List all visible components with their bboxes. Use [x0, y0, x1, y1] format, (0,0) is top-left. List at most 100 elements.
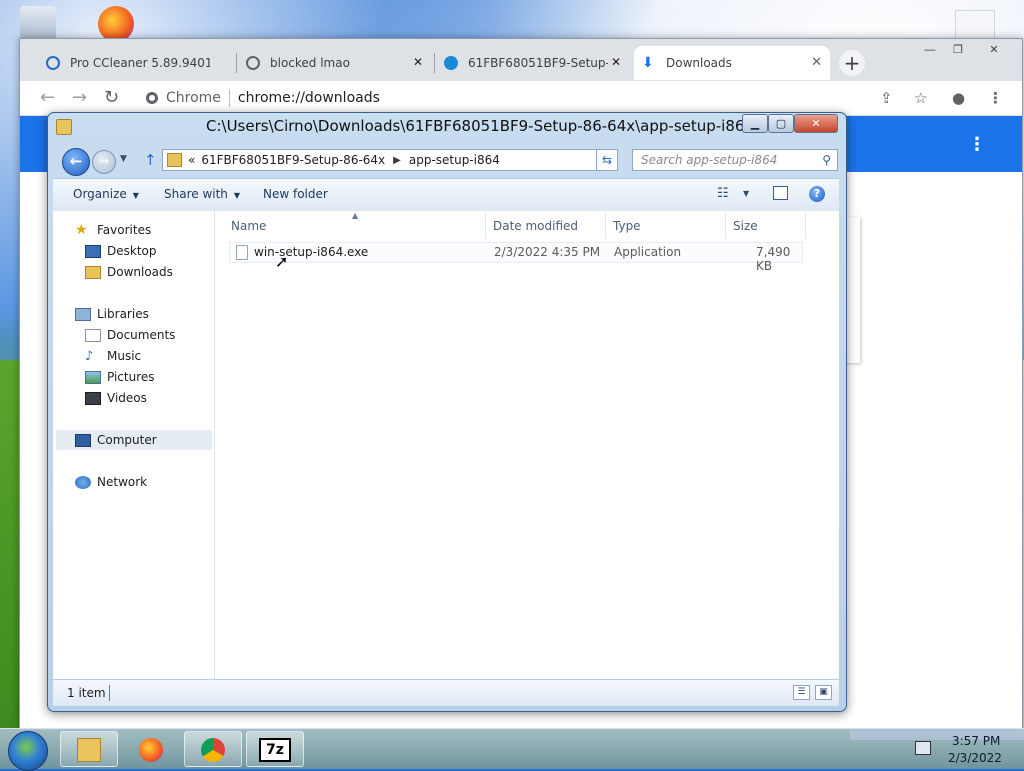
column-divider[interactable] — [485, 213, 486, 239]
breadcrumb-overflow[interactable]: « — [188, 153, 195, 167]
help-icon[interactable]: ? — [809, 186, 825, 202]
nav-label: Documents — [107, 328, 176, 342]
tab-separator — [434, 53, 435, 73]
chrome-tab-strip: Pro CCleaner 5.89.9401 C blocked lmao ✕ … — [20, 39, 1022, 81]
nav-network[interactable]: Network — [75, 475, 147, 489]
pictures-icon — [85, 370, 101, 384]
nav-libraries[interactable]: Libraries — [75, 307, 149, 321]
back-button[interactable]: ← — [62, 148, 90, 176]
nav-label: Videos — [107, 391, 147, 405]
profile-avatar-icon[interactable]: ● — [952, 89, 965, 107]
file-size: 7,490 KB — [756, 245, 791, 273]
close-window-icon[interactable]: ✕ — [982, 43, 1006, 57]
bookmark-star-icon[interactable]: ☆ — [914, 89, 927, 107]
desktop-icon — [85, 244, 101, 258]
breadcrumb[interactable]: « 61FBF68051BF9-Setup-86-64x ▶ app-setup… — [162, 149, 618, 171]
network-tray-icon[interactable] — [915, 741, 931, 755]
downloads-menu-icon[interactable]: ⋮ — [968, 134, 986, 155]
explorer-icon — [77, 738, 101, 762]
window-title: C:\Users\Cirno\Downloads\61FBF68051BF9-S… — [206, 117, 754, 135]
share-with-button[interactable]: Share with ▼ — [164, 187, 240, 201]
nav-videos[interactable]: Videos — [85, 391, 147, 405]
firefox-desktop-icon[interactable] — [98, 6, 134, 42]
mouse-cursor-icon: ➚ — [275, 252, 289, 271]
view-options-dropdown-icon[interactable]: ▼ — [743, 189, 749, 198]
forward-arrow-icon[interactable]: → — [72, 89, 87, 107]
recycle-bin-icon[interactable] — [20, 6, 56, 42]
tab-downloads[interactable]: ⬇ Downloads ✕ — [634, 46, 830, 80]
minimize-icon[interactable]: ― — [918, 43, 942, 57]
address-bar[interactable]: Chrome chrome://downloads — [136, 85, 866, 111]
nav-music[interactable]: ♪ Music — [85, 349, 141, 363]
table-row[interactable]: win-setup-i864.exe 2/3/2022 4:35 PM Appl… — [229, 242, 803, 273]
share-icon[interactable]: ⇪ — [880, 89, 893, 107]
maximize-icon[interactable]: ❐ — [946, 43, 970, 57]
taskbar: 7z 3:57 PM 2/3/2022 — [0, 728, 1024, 771]
status-bar: 1 item ☰ ▣ — [53, 679, 839, 706]
organize-button[interactable]: Organize ▼ — [73, 187, 139, 201]
chrome-menu-icon[interactable]: ⋮ — [988, 89, 1003, 107]
reload-icon[interactable]: ↻ — [104, 89, 119, 107]
libraries-icon — [75, 307, 91, 321]
start-button[interactable] — [8, 731, 48, 771]
column-divider[interactable] — [805, 213, 806, 239]
close-tab-downloads-icon[interactable]: ✕ — [811, 55, 822, 70]
download-icon: ⬇ — [642, 55, 654, 71]
taskbar-explorer[interactable] — [60, 731, 118, 767]
breadcrumb-item[interactable]: app-setup-i864 — [409, 153, 500, 167]
large-icons-view-icon[interactable]: ▣ — [815, 685, 832, 700]
folder-icon — [167, 153, 182, 167]
chevron-right-icon[interactable]: ▶ — [393, 155, 401, 166]
new-tab-button[interactable]: + — [839, 50, 865, 76]
exe-file-icon — [236, 245, 248, 260]
minimize-button[interactable]: ▁ — [742, 114, 768, 133]
nav-desktop[interactable]: Desktop — [85, 244, 157, 258]
refresh-button[interactable]: ⇆ — [596, 149, 618, 171]
clock-date[interactable]: 2/3/2022 — [948, 751, 1002, 765]
column-header-date-modified[interactable]: Date modified — [493, 219, 578, 233]
change-view-icon[interactable]: ☷ — [717, 186, 729, 201]
file-type: Application — [614, 245, 682, 259]
preview-pane-icon[interactable] — [773, 186, 788, 200]
recent-pages-dropdown-icon[interactable]: ▼ — [120, 154, 127, 164]
new-folder-button[interactable]: New folder — [263, 187, 328, 201]
nav-computer[interactable]: Computer — [75, 433, 157, 447]
details-view-icon[interactable]: ☰ — [793, 685, 810, 700]
clock-time[interactable]: 3:57 PM — [952, 734, 1000, 748]
column-divider[interactable] — [605, 213, 606, 239]
nav-pictures[interactable]: Pictures — [85, 370, 155, 384]
folder-icon — [56, 119, 72, 135]
tab-setup[interactable]: 61FBF68051BF9-Setup-8 — [436, 46, 632, 80]
star-icon: ★ — [75, 221, 88, 238]
command-bar: Organize ▼ Share with ▼ New folder ☷ ▼ ? — [53, 178, 839, 212]
close-tab-ccleaner-icon[interactable]: ✕ — [413, 55, 423, 69]
column-divider[interactable] — [725, 213, 726, 239]
nav-label: Music — [107, 349, 142, 363]
tab-title: Downloads — [666, 56, 732, 70]
nav-favorites[interactable]: ★ Favorites — [75, 221, 151, 238]
taskbar-chrome[interactable] — [184, 731, 242, 767]
nav-label: Libraries — [97, 307, 149, 321]
chrome-icon — [201, 738, 225, 762]
column-header-type[interactable]: Type — [613, 219, 641, 233]
forward-button[interactable]: → — [92, 150, 116, 174]
nav-downloads[interactable]: Downloads — [85, 265, 173, 279]
up-arrow-icon[interactable]: ↑ — [144, 151, 157, 169]
close-button[interactable]: ✕ — [794, 114, 838, 133]
column-header-size[interactable]: Size — [733, 219, 758, 233]
nav-documents[interactable]: Documents — [85, 328, 175, 342]
search-input[interactable]: Search app-setup-i864 ⚲ — [632, 149, 838, 171]
close-tab-blocked-icon[interactable]: ✕ — [611, 55, 621, 69]
chrome-logo-icon — [146, 92, 158, 104]
tab-blocked[interactable]: blocked lmao — [238, 46, 434, 80]
taskbar-7zip[interactable]: 7z — [246, 731, 304, 767]
taskbar-firefox[interactable] — [122, 731, 180, 767]
tab-ccleaner[interactable]: Pro CCleaner 5.89.9401 C — [38, 46, 234, 80]
breadcrumb-item[interactable]: 61FBF68051BF9-Setup-86-64x — [201, 153, 385, 167]
column-header-name[interactable]: Name — [231, 219, 266, 233]
explorer-title-bar[interactable]: C:\Users\Cirno\Downloads\61FBF68051BF9-S… — [48, 113, 846, 141]
site-chip[interactable]: Chrome — [146, 90, 221, 106]
back-arrow-icon[interactable]: ← — [40, 89, 55, 107]
share-with-label: Share with — [164, 187, 228, 201]
maximize-button[interactable]: ▢ — [768, 114, 794, 133]
